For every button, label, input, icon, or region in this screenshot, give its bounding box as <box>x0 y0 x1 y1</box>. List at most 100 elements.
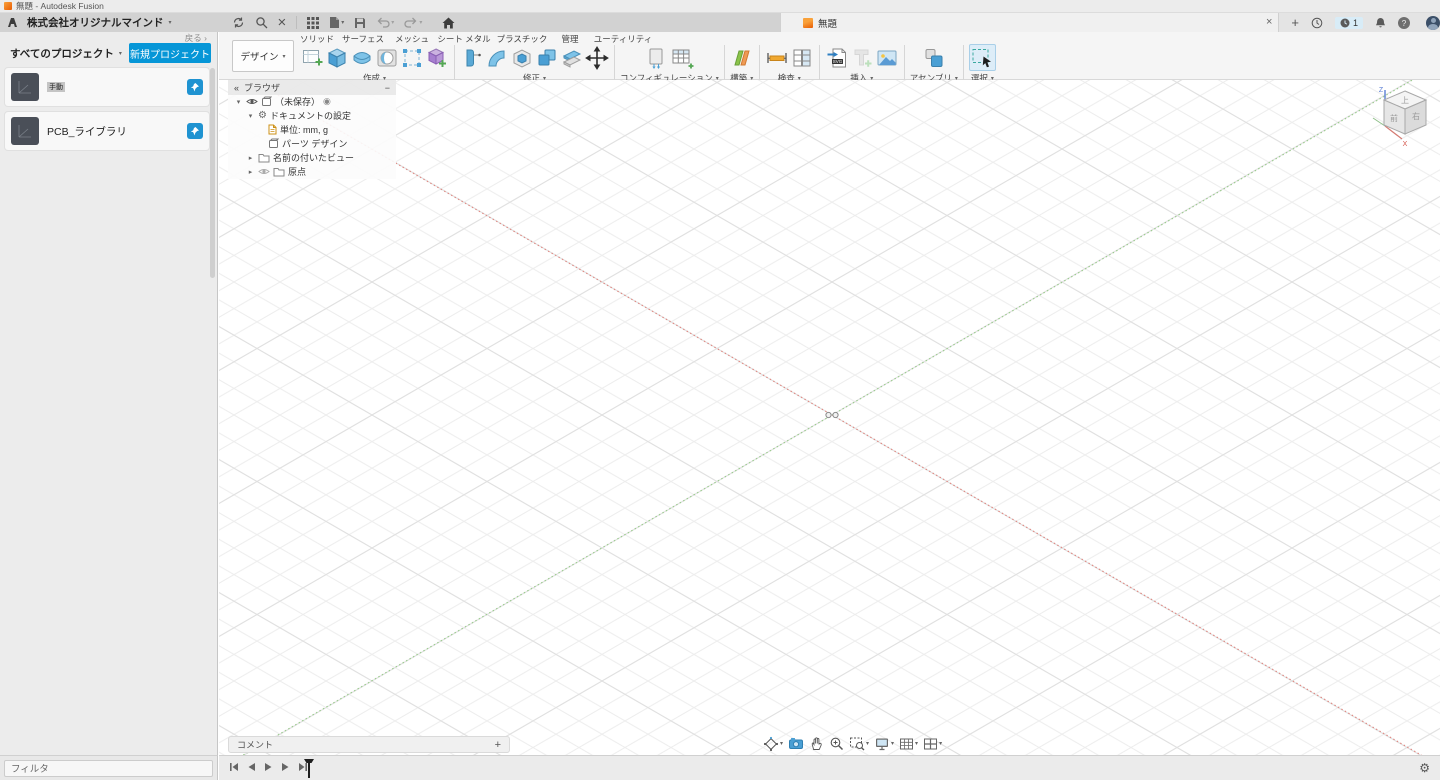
insert-svg-icon[interactable]: SVG <box>825 46 849 70</box>
surface-revolve-icon[interactable] <box>375 46 399 70</box>
add-comment-icon[interactable]: + <box>495 739 501 751</box>
grid-settings-icon[interactable]: ▾ <box>899 737 918 751</box>
shell-icon[interactable] <box>510 46 534 70</box>
tree-row-named-views[interactable]: ▸ 名前の付いたビュー <box>228 151 396 165</box>
new-project-button[interactable]: 新規プロジェクト <box>129 43 211 63</box>
project-card[interactable]: 手動 <box>5 68 209 106</box>
zoom-icon[interactable] <box>829 736 844 751</box>
play-icon[interactable] <box>264 762 273 772</box>
chevron-down-icon[interactable]: ▾ <box>780 740 783 747</box>
undo-icon[interactable]: ▾ <box>376 17 394 28</box>
viewports-icon[interactable]: ▾ <box>923 737 942 751</box>
mesh-edit-icon[interactable] <box>400 46 424 70</box>
tab-close-icon[interactable]: × <box>1266 17 1272 28</box>
view-cube[interactable]: 上 前 右 Z X <box>1372 84 1434 150</box>
timeline-bar: ⚙ <box>219 755 1440 780</box>
named-views-label: 名前の付いたビュー <box>273 151 354 164</box>
caret-right-icon[interactable]: ▸ <box>246 168 255 176</box>
document-tab[interactable]: 無題 × <box>780 13 1279 32</box>
account-menu[interactable]: 株式会社オリジナルマインド ▾ <box>27 15 172 30</box>
offset-face-icon[interactable] <box>560 46 584 70</box>
pin-icon[interactable] <box>187 123 203 139</box>
chevron-down-icon[interactable]: ▾ <box>939 740 942 747</box>
tree-row-units[interactable]: 単位: mm, g <box>228 123 396 137</box>
chevron-down-icon[interactable]: ▾ <box>866 740 869 747</box>
history-clock-icon[interactable] <box>1311 17 1323 29</box>
model-viewport[interactable] <box>219 80 1440 755</box>
projects-header-label: すべてのプロジェクト <box>10 46 114 61</box>
search-icon[interactable] <box>255 16 268 29</box>
insert-mesh-icon[interactable] <box>425 46 449 70</box>
project-card[interactable]: PCB_ライブラリ <box>5 112 209 150</box>
job-status-badge[interactable]: 1 <box>1335 17 1363 29</box>
chevron-down-icon[interactable]: ▾ <box>891 740 894 747</box>
measure-icon[interactable] <box>765 46 789 70</box>
timeline-settings-gear-icon[interactable]: ⚙ <box>1419 761 1430 775</box>
project-name[interactable]: PCB_ライブラリ <box>47 124 127 139</box>
origin-label: 原点 <box>288 165 306 178</box>
construction-plane-icon[interactable] <box>730 46 754 70</box>
comment-label: コメント <box>237 738 273 751</box>
new-tab-icon[interactable]: + <box>1291 15 1299 30</box>
pan-hand-icon[interactable] <box>809 736 824 751</box>
panel-scrollbar[interactable] <box>210 68 215 278</box>
redo-icon[interactable]: ▾ <box>404 17 422 28</box>
insert-decal-icon[interactable] <box>850 46 874 70</box>
toolbar-divider <box>296 16 297 29</box>
visibility-eye-off-icon[interactable] <box>258 167 270 176</box>
workspace-selector[interactable]: デザイン ▾ <box>232 40 294 72</box>
sync-icon[interactable] <box>232 16 245 29</box>
chevron-down-icon: ▾ <box>391 19 394 26</box>
tree-row-design-type[interactable]: パーツ デザイン <box>228 137 396 151</box>
browser-panel: « ブラウザ − ▾ （未保存） ◉ ▾ ⚙ ドキュメントの設定 単位: mm,… <box>228 80 396 179</box>
caret-down-icon[interactable]: ▾ <box>234 98 243 106</box>
configure-document-icon[interactable] <box>645 46 669 70</box>
home-icon[interactable] <box>442 17 455 29</box>
go-to-start-icon[interactable] <box>229 762 239 772</box>
viewcube-front-face[interactable]: 前 <box>1390 113 1398 123</box>
create-sketch-icon[interactable] <box>300 46 324 70</box>
viewcube-top-face[interactable]: 上 <box>1401 96 1409 105</box>
look-at-icon[interactable] <box>788 736 804 751</box>
surface-patch-icon[interactable] <box>350 46 374 70</box>
active-radio-icon[interactable]: ◉ <box>323 97 331 106</box>
extrude-icon[interactable] <box>325 46 349 70</box>
orbit-icon[interactable]: ▾ <box>763 736 783 752</box>
fillet-icon[interactable] <box>485 46 509 70</box>
display-settings-icon[interactable]: ▾ <box>874 736 894 751</box>
zoom-window-icon[interactable]: ▾ <box>849 736 869 751</box>
select-button[interactable] <box>969 44 996 71</box>
viewcube-right-face[interactable]: 右 <box>1412 111 1420 121</box>
step-forward-icon[interactable] <box>281 762 290 772</box>
pin-icon[interactable] <box>187 79 203 95</box>
interference-icon[interactable] <box>790 46 814 70</box>
projects-header-dropdown[interactable]: すべてのプロジェクト ▾ <box>10 46 122 61</box>
tree-row-origin[interactable]: ▸ 原点 <box>228 165 396 179</box>
configuration-table-icon[interactable] <box>670 46 694 70</box>
comment-bar[interactable]: コメント + <box>228 736 510 753</box>
timeline-position-marker[interactable] <box>303 759 315 778</box>
flange-icon[interactable] <box>460 46 484 70</box>
collapse-panel-icon[interactable]: « <box>234 83 239 93</box>
visibility-eye-icon[interactable] <box>246 97 258 106</box>
move-icon[interactable] <box>585 46 609 70</box>
user-avatar[interactable] <box>1426 16 1440 30</box>
step-back-icon[interactable] <box>247 762 256 772</box>
combine-icon[interactable] <box>535 46 559 70</box>
apps-grid-icon[interactable] <box>307 17 319 29</box>
close-icon[interactable]: × <box>278 14 287 31</box>
tree-row-document[interactable]: ▾ （未保存） ◉ <box>228 95 396 109</box>
new-component-icon[interactable] <box>922 46 946 70</box>
filter-input[interactable]: フィルタ <box>4 760 213 777</box>
insert-canvas-icon[interactable] <box>875 46 899 70</box>
notifications-bell-icon[interactable] <box>1375 17 1386 29</box>
help-icon[interactable]: ? <box>1398 17 1410 29</box>
save-icon[interactable] <box>354 17 366 29</box>
caret-right-icon[interactable]: ▸ <box>246 154 255 162</box>
new-document-icon[interactable]: ▾ <box>329 16 344 29</box>
project-name[interactable]: 手動 <box>47 82 65 92</box>
minimize-panel-icon[interactable]: − <box>385 83 390 93</box>
caret-down-icon[interactable]: ▾ <box>246 112 255 120</box>
tree-row-document-settings[interactable]: ▾ ⚙ ドキュメントの設定 <box>228 109 396 123</box>
chevron-down-icon[interactable]: ▾ <box>915 740 918 747</box>
